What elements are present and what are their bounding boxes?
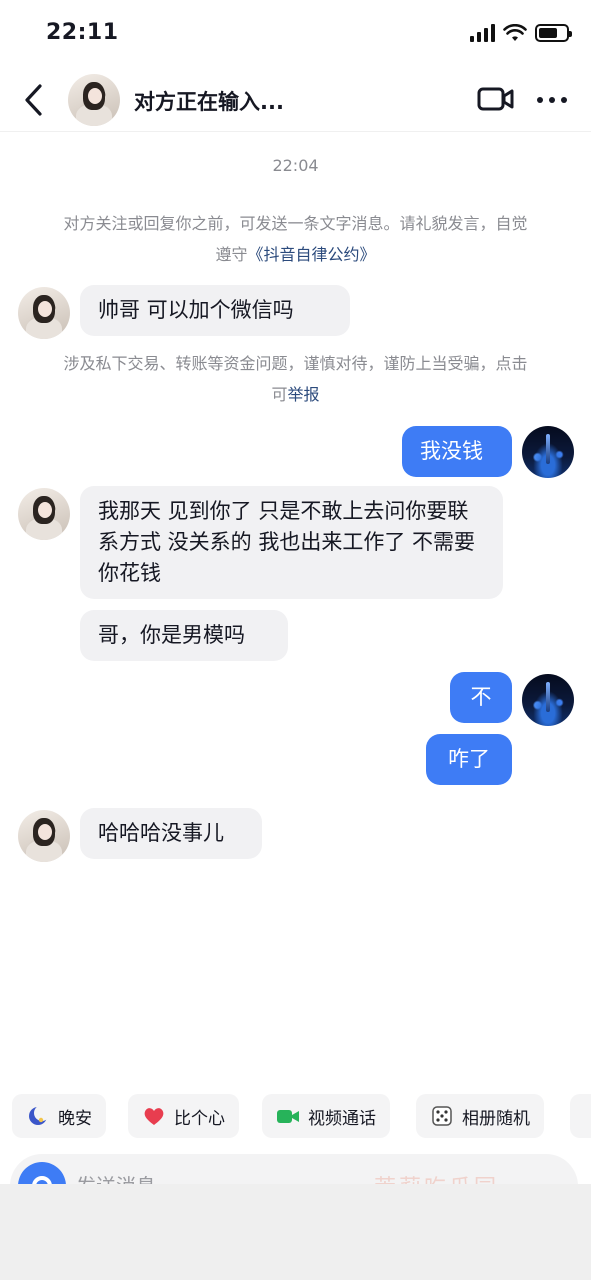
quick-reply-heart[interactable]: 比个心 xyxy=(128,1094,239,1138)
quick-reply-random-album[interactable]: 相册随机 xyxy=(416,1094,544,1138)
contact-avatar[interactable] xyxy=(18,287,70,339)
contact-avatar[interactable] xyxy=(68,74,120,126)
quick-reply-more[interactable] xyxy=(570,1094,591,1138)
chat-timestamp: 22:04 xyxy=(272,156,319,175)
status-bar: 22:11 xyxy=(0,0,591,66)
cellular-signal-icon xyxy=(470,24,495,42)
quick-reply-label: 相册随机 xyxy=(462,1108,530,1129)
system-notice-follow: 对方关注或回复你之前，可发送一条文字消息。请礼貌发言，自觉遵守《抖音自律公约》 xyxy=(60,208,531,270)
system-notice-fraud: 涉及私下交易、转账等资金问题，谨慎对待，谨防上当受骗，点击可举报 xyxy=(60,348,531,410)
back-arrow-icon[interactable] xyxy=(18,80,52,120)
bottom-area xyxy=(0,1184,591,1280)
chat-header: 对方正在输入... xyxy=(0,66,591,132)
quick-reply-label: 晚安 xyxy=(58,1108,92,1129)
header-status-title: 对方正在输入... xyxy=(134,90,284,114)
battery-icon xyxy=(535,24,572,42)
report-link[interactable]: 举报 xyxy=(288,385,320,404)
heart-icon xyxy=(144,1108,164,1125)
contact-avatar[interactable] xyxy=(18,810,70,862)
message-bubble-incoming[interactable]: 帅哥 可以加个微信吗 xyxy=(80,285,350,336)
status-icons xyxy=(470,24,572,42)
my-avatar[interactable] xyxy=(522,674,574,726)
video-call-icon xyxy=(277,1110,299,1123)
status-time: 22:11 xyxy=(46,20,119,45)
message-bubble-incoming[interactable]: 哥，你是男模吗 xyxy=(80,610,288,661)
quick-reply-bar: 晚安 比个心 视频通话 相册随机 xyxy=(0,1094,591,1140)
quick-reply-video-call[interactable]: 视频通话 xyxy=(262,1094,390,1138)
my-avatar[interactable] xyxy=(522,426,574,478)
wifi-icon xyxy=(503,24,527,41)
quick-reply-label: 比个心 xyxy=(174,1108,225,1129)
message-bubble-outgoing[interactable]: 不 xyxy=(450,672,512,723)
message-bubble-incoming[interactable]: 哈哈哈没事儿 xyxy=(80,808,262,859)
quick-reply-label: 视频通话 xyxy=(308,1108,376,1129)
message-bubble-incoming[interactable]: 我那天 见到你了 只是不敢上去问你要联系方式 没关系的 我也出来工作了 不需要你… xyxy=(80,486,503,599)
message-bubble-outgoing[interactable]: 咋了 xyxy=(426,734,512,785)
contact-avatar[interactable] xyxy=(18,488,70,540)
more-options-icon[interactable] xyxy=(534,88,570,112)
video-call-icon[interactable] xyxy=(476,84,516,114)
message-bubble-outgoing[interactable]: 我没钱 xyxy=(402,426,512,477)
moon-icon xyxy=(29,1105,50,1125)
dice-icon xyxy=(432,1106,452,1126)
quick-reply-goodnight[interactable]: 晚安 xyxy=(12,1094,106,1138)
convention-link[interactable]: 《抖音自律公约》 xyxy=(248,245,376,264)
